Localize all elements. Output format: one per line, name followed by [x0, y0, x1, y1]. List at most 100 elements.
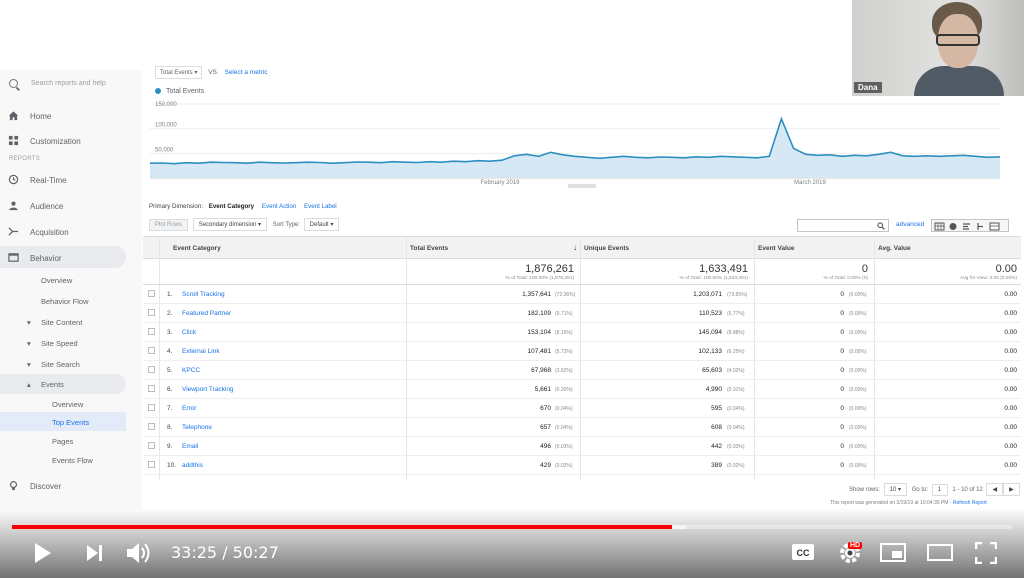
table-controls: Plot Rows Secondary dimension ▾ Sort Typ…: [149, 218, 340, 231]
row-checkbox[interactable]: [148, 461, 155, 468]
sort-type-dropdown[interactable]: Default ▾: [303, 218, 340, 231]
sidebar-sub-site-content[interactable]: Site Content: [41, 318, 82, 327]
row-checkbox[interactable]: [148, 442, 155, 449]
fullscreen-icon[interactable]: [975, 542, 997, 564]
sidebar-sub-pages[interactable]: Pages: [52, 437, 73, 446]
next-icon[interactable]: [86, 544, 104, 562]
unique-events-cell: 145,094: [698, 329, 723, 336]
header-avg-value[interactable]: Avg. Value: [878, 245, 911, 252]
sidebar-sub-behavior-flow[interactable]: Behavior Flow: [41, 297, 89, 306]
select-metric-link[interactable]: Select a metric: [224, 69, 267, 76]
show-rows-value: 10: [889, 487, 897, 493]
performance-view-icon[interactable]: [963, 223, 970, 230]
row-checkbox[interactable]: [148, 423, 155, 430]
search-icon: [877, 222, 885, 230]
row-checkbox[interactable]: [148, 366, 155, 373]
row-checkbox[interactable]: [148, 404, 155, 411]
sidebar-sub-events-overview[interactable]: Overview: [52, 400, 83, 409]
event-value-cell: 0: [840, 310, 844, 317]
pivot-view-icon[interactable]: [989, 222, 1000, 231]
event-category-link[interactable]: Error: [182, 405, 196, 412]
search-icon: [9, 79, 18, 88]
chart-resize-handle[interactable]: [568, 184, 596, 188]
table-header: Event Category Total Events ↓ Unique Eve…: [143, 236, 1021, 259]
play-icon[interactable]: [33, 542, 53, 564]
page-range: 1 - 10 of 12: [952, 487, 983, 493]
sidebar-item-home[interactable]: Home: [0, 106, 142, 126]
row-number: 8.: [167, 424, 173, 431]
event-value-cell: 0: [840, 462, 844, 469]
event-category-link[interactable]: Email: [182, 443, 198, 450]
sort-type-value: Default: [309, 222, 329, 228]
avg-value-cell: 0.00: [1004, 386, 1017, 393]
theater-mode-icon[interactable]: [927, 544, 953, 561]
event-category-link[interactable]: Featured Partner: [182, 310, 231, 317]
event-category-link[interactable]: Click: [182, 329, 196, 336]
dimension-event-category[interactable]: Event Category: [209, 203, 254, 210]
row-checkbox[interactable]: [148, 328, 155, 335]
sidebar-item-realtime[interactable]: Real-Time: [0, 170, 142, 190]
show-rows-dropdown[interactable]: 10 ▾: [883, 483, 908, 496]
event-category-link[interactable]: KPCC: [182, 367, 200, 374]
sidebar-sub-events[interactable]: Events: [41, 380, 64, 389]
event-category-link[interactable]: addthis: [182, 462, 203, 469]
sidebar-item-discover[interactable]: Discover: [0, 476, 142, 496]
row-checkbox[interactable]: [148, 309, 155, 316]
header-event-value[interactable]: Event Value: [758, 245, 795, 252]
header-unique-events[interactable]: Unique Events: [584, 245, 629, 252]
table-search-input[interactable]: [797, 219, 889, 232]
avg-value-cell: 0.00: [1004, 405, 1017, 412]
row-checkbox[interactable]: [148, 347, 155, 354]
avg-value-cell: 0.00: [1004, 462, 1017, 469]
table-view-icon[interactable]: [934, 222, 945, 231]
total-events-cell: 670: [540, 405, 551, 412]
avg-value-cell: 0.00: [1004, 329, 1017, 336]
dimension-event-label[interactable]: Event Label: [304, 203, 337, 210]
svg-text:CC: CC: [797, 548, 810, 558]
plot-rows-button[interactable]: Plot Rows: [149, 219, 189, 231]
event-category-link[interactable]: External Link: [182, 348, 220, 355]
sidebar-item-behavior[interactable]: Behavior: [0, 248, 142, 268]
header-event-category[interactable]: Event Category: [173, 245, 221, 252]
comparison-view-icon[interactable]: [977, 223, 983, 230]
row-checkbox[interactable]: [148, 385, 155, 392]
header-total-events[interactable]: Total Events: [410, 245, 448, 252]
sidebar-item-label: Discover: [30, 482, 62, 491]
row-checkbox[interactable]: [148, 290, 155, 297]
sidebar-sub-events-flow[interactable]: Events Flow: [52, 456, 93, 465]
table-row: 6. Viewport Tracking 5,661 (0.30%) 4,990 (0.3…: [143, 380, 1021, 399]
sort-arrow-icon[interactable]: ↓: [573, 243, 577, 252]
sidebar-sub-site-search[interactable]: Site Search: [41, 360, 80, 369]
advanced-link[interactable]: advanced: [896, 221, 924, 228]
event-category-link[interactable]: Telephone: [182, 424, 212, 431]
secondary-dimension-dropdown[interactable]: Secondary dimension ▾: [192, 218, 268, 231]
player-controls-shade: [0, 508, 1024, 578]
event-category-link[interactable]: Scroll Tracking: [182, 291, 225, 298]
expand-icon: ▾: [27, 318, 31, 327]
event-value-cell: 0: [840, 348, 844, 355]
sidebar-sub-site-speed[interactable]: Site Speed: [41, 339, 78, 348]
pie-view-icon[interactable]: [949, 223, 957, 230]
lightbulb-icon: [9, 481, 18, 491]
x-tick-label: February 2019: [480, 180, 520, 186]
sidebar-item-acquisition[interactable]: Acquisition: [0, 222, 142, 242]
dimension-event-action[interactable]: Event Action: [262, 203, 296, 210]
event-value-pct: (0.00%): [849, 443, 867, 450]
total-events-cell: 107,481: [527, 348, 552, 355]
event-value-cell: 0: [840, 405, 844, 412]
metric-dropdown[interactable]: Total Events ▾: [155, 66, 203, 79]
event-category-link[interactable]: Viewport Tracking: [182, 386, 234, 393]
volume-icon[interactable]: [126, 541, 152, 565]
refresh-report-link[interactable]: Refresh Report: [953, 500, 987, 506]
next-page-button[interactable]: ▶: [1003, 483, 1020, 496]
miniplayer-icon[interactable]: [880, 543, 906, 562]
sidebar-sub-top-events[interactable]: Top Events: [52, 418, 89, 427]
goto-input[interactable]: 1: [931, 484, 948, 496]
unique-events-cell: 442: [711, 443, 722, 450]
sidebar-item-audience[interactable]: Audience: [0, 196, 142, 216]
sidebar-sub-overview[interactable]: Overview: [41, 276, 72, 285]
sidebar-search[interactable]: Search reports and help: [0, 70, 142, 98]
prev-page-button[interactable]: ◀: [986, 483, 1004, 496]
sidebar-item-customization[interactable]: Customization: [0, 131, 142, 151]
captions-icon[interactable]: CC: [791, 543, 815, 561]
